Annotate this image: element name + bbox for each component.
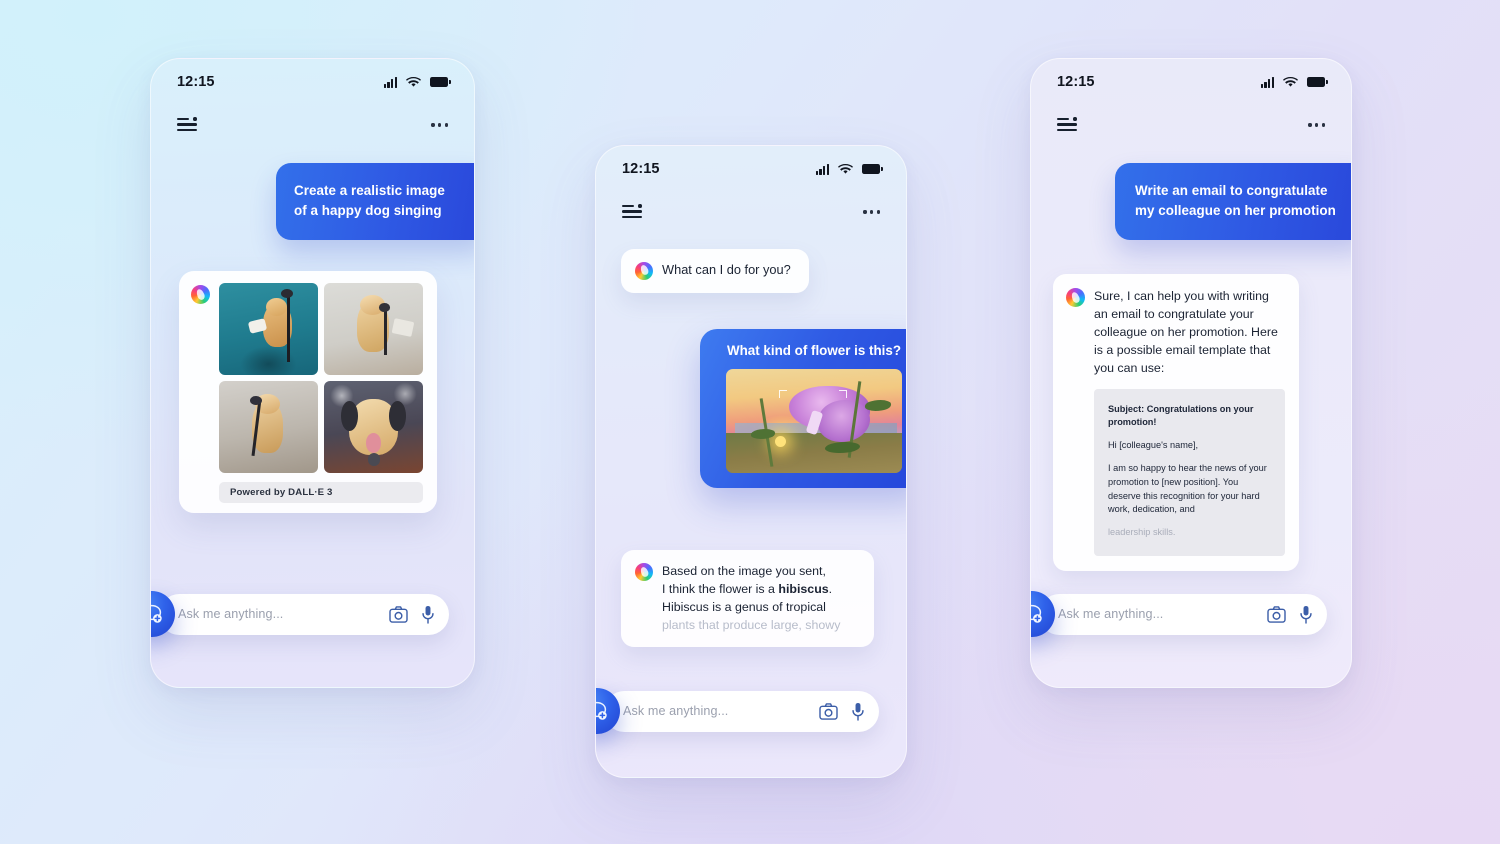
attached-photo[interactable] (726, 369, 902, 473)
battery-icon (1307, 77, 1328, 87)
ai-greeting-text: What can I do for you? (662, 262, 791, 277)
signal-bars-icon (815, 163, 829, 175)
status-system-icons (815, 163, 883, 175)
top-nav (151, 105, 474, 145)
composer: Ask me anything... (151, 591, 449, 637)
copilot-logo-icon (635, 261, 653, 280)
answer-line: Hibiscus is a genus of tropical (662, 600, 826, 615)
message-input-placeholder: Ask me anything... (623, 704, 729, 718)
status-bar: 12:15 (596, 146, 906, 192)
user-message-bubble: Write an email to congratulate my collea… (1115, 163, 1351, 241)
dalle-badge: Powered by DALL·E 3 (219, 482, 423, 503)
camera-icon[interactable] (819, 702, 838, 720)
microphone-icon[interactable] (851, 702, 865, 721)
generated-image[interactable] (324, 283, 423, 375)
generated-image-card: Powered by DALL·E 3 (179, 271, 437, 513)
battery-icon (862, 164, 883, 174)
email-template-card: Subject: Congratulations on your promoti… (1094, 388, 1285, 556)
camera-icon[interactable] (389, 605, 408, 623)
answer-line: Based on the image you sent, (662, 564, 826, 578)
message-input[interactable]: Ask me anything... (604, 690, 879, 732)
phone-flower-identification: 12:15 What can I do for you? What kind o… (595, 145, 907, 778)
email-body-line: I am so happy to hear the news of your p… (1108, 462, 1267, 515)
copilot-logo-icon (191, 285, 210, 304)
generated-image[interactable] (219, 381, 318, 473)
status-bar: 12:15 (1031, 59, 1351, 105)
ai-response-bubble: Sure, I can help you with writing an ema… (1053, 274, 1299, 571)
composer-icons (819, 702, 865, 721)
microphone-icon[interactable] (1299, 605, 1313, 624)
microphone-icon[interactable] (421, 605, 435, 624)
ai-greeting-bubble: What can I do for you? (621, 249, 809, 293)
user-question-text: What kind of flower is this? (726, 343, 902, 358)
answer-line: I think the flower is a hibiscus. (662, 582, 833, 597)
top-nav (1031, 105, 1351, 145)
mockup-stage: 12:15 Create a realistic image of a happ… (0, 0, 1500, 844)
message-input[interactable]: Ask me anything... (159, 593, 449, 635)
status-system-icons (1260, 76, 1328, 88)
ai-intro-text: Sure, I can help you with writing an ema… (1094, 289, 1278, 376)
new-chat-bubble-icon (596, 701, 607, 720)
email-greeting-line: Hi [colleague's name], (1108, 440, 1199, 451)
wifi-icon (838, 163, 853, 174)
ai-answer-bubble: Based on the image you sent, I think the… (621, 550, 874, 648)
email-body-line-faded: leadership skills. (1108, 527, 1176, 538)
email-subject-line: Subject: Congratulations on your promoti… (1108, 403, 1254, 428)
more-options-icon[interactable] (1308, 123, 1325, 127)
status-system-icons (383, 76, 451, 88)
hamburger-menu-icon[interactable] (622, 204, 642, 219)
copilot-logo-icon (635, 563, 653, 581)
new-chat-bubble-icon (151, 604, 162, 623)
composer-icons (389, 605, 435, 624)
generated-image-grid (219, 283, 423, 473)
message-input-placeholder: Ask me anything... (178, 607, 284, 621)
phone-email-writing: 12:15 Write an email to congratulate my … (1030, 58, 1352, 688)
generated-image[interactable] (324, 381, 423, 473)
ai-answer-text: Based on the image you sent, I think the… (662, 562, 840, 634)
battery-icon (430, 77, 451, 87)
composer: Ask me anything... (1031, 591, 1327, 637)
hamburger-menu-icon[interactable] (1057, 117, 1077, 132)
composer: Ask me anything... (596, 688, 879, 734)
new-chat-bubble-icon (1031, 604, 1042, 623)
phone-image-generation: 12:15 Create a realistic image of a happ… (150, 58, 475, 688)
hamburger-menu-icon[interactable] (177, 117, 197, 132)
message-input[interactable]: Ask me anything... (1039, 593, 1327, 635)
user-image-question-bubble: What kind of flower is this? (700, 329, 906, 488)
more-options-icon[interactable] (431, 123, 448, 127)
signal-bars-icon (383, 76, 397, 88)
status-clock: 12:15 (622, 161, 660, 177)
more-options-icon[interactable] (863, 210, 880, 214)
status-clock: 12:15 (1057, 74, 1095, 90)
status-bar: 12:15 (151, 59, 474, 105)
message-input-placeholder: Ask me anything... (1058, 607, 1164, 621)
signal-bars-icon (1260, 76, 1274, 88)
composer-icons (1267, 605, 1313, 624)
top-nav (596, 192, 906, 232)
wifi-icon (406, 76, 421, 87)
copilot-logo-icon (1066, 288, 1085, 307)
user-message-bubble: Create a realistic image of a happy dog … (276, 163, 474, 241)
camera-icon[interactable] (1267, 605, 1286, 623)
status-clock: 12:15 (177, 74, 215, 90)
answer-line-faded: plants that produce large, showy (662, 618, 841, 633)
generated-image[interactable] (219, 283, 318, 375)
wifi-icon (1283, 76, 1298, 87)
